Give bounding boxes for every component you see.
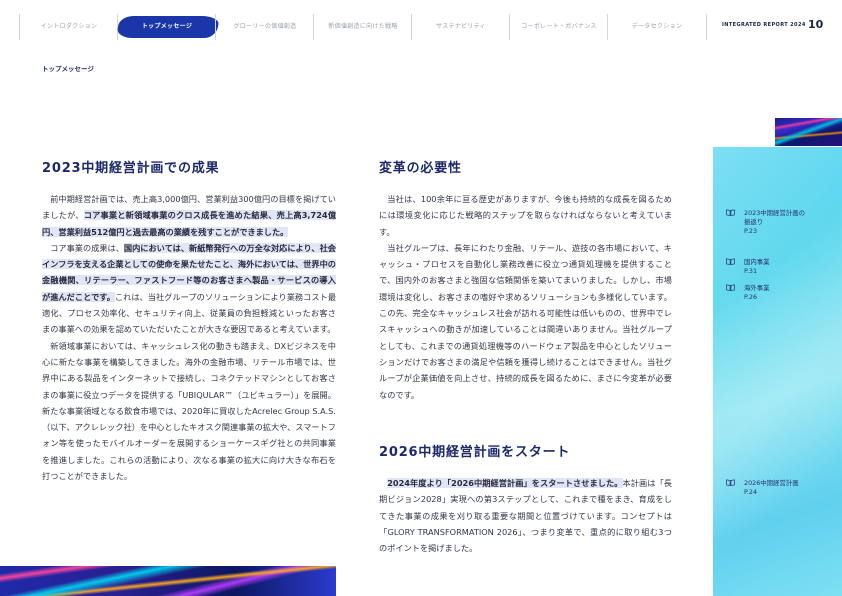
heading-2023-results: 2023中期経営計画での成果 xyxy=(42,161,220,176)
nav-tab-label: 新価値創造に向けた戦略 xyxy=(328,23,398,30)
side-link-text: 海外事業 P.26 xyxy=(744,284,770,302)
side-link-page: P.31 xyxy=(744,267,758,275)
paragraph: コア事業の成果は、国内においては、新紙幣発行への万全な対応により、社会インフラを… xyxy=(42,240,336,338)
highlighted-text: 2024年度より「2026中期経営計画」をスタートさせました。 xyxy=(387,478,623,488)
decorative-paint-stroke xyxy=(775,118,842,146)
text: コア事業の成果は、 xyxy=(50,242,124,253)
decorative-paint-stroke xyxy=(0,566,336,596)
heading-2026-plan: 2026中期経営計画をスタート xyxy=(379,445,571,460)
nav-tab-introduction[interactable]: イントロダクション xyxy=(19,14,118,40)
nav-tab-value-creation[interactable]: グローリーの価値創造 xyxy=(215,14,314,40)
nav-tab-label: コーポレート・ガバナンス xyxy=(521,23,597,30)
side-link-page: P.23 xyxy=(744,227,758,235)
side-link-label: 2026中期経営計画 xyxy=(744,479,799,487)
right-column-body: 当社は、100余年に亘る歴史がありますが、今後も持続的な成長を図るためには環境変… xyxy=(379,191,672,403)
nav-tab-strategy[interactable]: 新価値創造に向けた戦略 xyxy=(313,14,412,40)
text: 本計画は「長期ビジョン2028」実現への第3ステップとして、これまで種をまき、育… xyxy=(379,478,672,554)
page-number: 10 xyxy=(808,18,824,31)
side-link-text: 国内事業 P.31 xyxy=(744,258,770,276)
left-column-body: 前中期経営計画では、売上高3,000億円、営業利益300億円の目標を掲げていまし… xyxy=(42,191,337,484)
side-link-text: 2026中期経営計画 P.24 xyxy=(744,479,799,497)
nav-tab-top-message[interactable]: トップメッセージ xyxy=(116,14,220,40)
book-icon xyxy=(726,258,735,265)
paragraph: 前中期経営計画では、売上高3,000億円、営業利益300億円の目標を掲げていまし… xyxy=(42,191,337,240)
side-link-page: P.24 xyxy=(744,488,758,496)
nav-tab-label: イントロダクション xyxy=(40,23,98,30)
heading-transformation-need: 変革の必要性 xyxy=(379,161,462,176)
side-link-text: 2023中期経営計画の 振返り P.23 xyxy=(744,209,805,236)
book-icon xyxy=(726,479,735,486)
nav-tab-governance[interactable]: コーポレート・ガバナンス xyxy=(509,14,608,40)
nav-tab-label: データセクション xyxy=(631,23,683,30)
side-link-page: P.26 xyxy=(744,293,758,301)
highlighted-text: コア事業と新領域事業のクロス成長を進めた結果、売上高3,724億円、営業利益51… xyxy=(42,210,337,237)
paragraph: 当社は、100余年に亘る歴史がありますが、今後も持続的な成長を図るためには環境変… xyxy=(379,194,672,237)
paragraph: 2024年度より「2026中期経営計画」をスタートさせました。本計画は「長期ビジ… xyxy=(379,475,672,556)
nav-tab-data-section[interactable]: データセクション xyxy=(607,14,707,40)
nav-tab-label: サステナビリティ xyxy=(436,23,486,30)
book-icon xyxy=(726,284,735,291)
nav-tab-sustainability[interactable]: サステナビリティ xyxy=(411,14,510,40)
top-nav: イントロダクション トップメッセージ グローリーの価値創造 新価値創造に向けた戦… xyxy=(19,14,799,40)
side-link-label: 2023中期経営計画の 振返り xyxy=(744,209,805,226)
report-title: INTEGRATED REPORT 2024 xyxy=(722,22,806,28)
nav-tab-label: トップメッセージ xyxy=(141,23,193,30)
paragraph: 当社グループは、長年にわたり金融、リテール、遊技の各市場において、キャッシュ・プ… xyxy=(379,242,672,400)
nav-tab-label: グローリーの価値創造 xyxy=(233,23,297,30)
section-label: トップメッセージ xyxy=(42,65,94,73)
paragraph: 新領域事業においては、キャッシュレス化の動きも踏まえ、DXビジネスを中心に新たな… xyxy=(42,340,336,482)
side-link-label: 国内事業 xyxy=(744,258,770,266)
book-icon xyxy=(726,209,735,216)
side-link-label: 海外事業 xyxy=(744,284,770,292)
right-column-body-2: 2024年度より「2026中期経営計画」をスタートさせました。本計画は「長期ビジ… xyxy=(379,475,672,556)
